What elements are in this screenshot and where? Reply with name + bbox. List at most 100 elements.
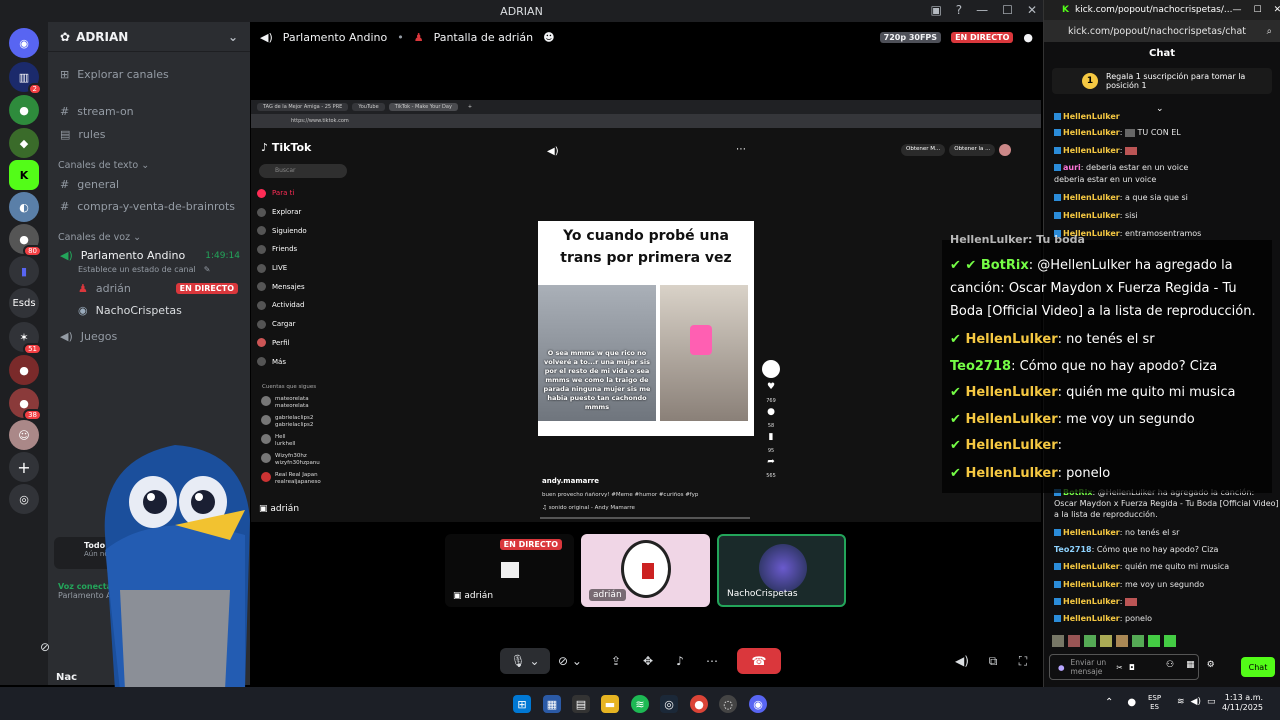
category-text[interactable]: Canales de texto ⌄ — [58, 160, 149, 171]
get-app-button[interactable]: Obtener la ... — [949, 144, 996, 156]
gift-icon[interactable]: ▦ — [1186, 660, 1195, 670]
emote-icon[interactable] — [1116, 635, 1128, 647]
photos-icon[interactable]: ▦ — [543, 695, 561, 713]
minimize-icon[interactable]: — — [1233, 5, 1242, 15]
maximize-icon[interactable]: ☐ — [1002, 3, 1013, 17]
following-item[interactable]: gabrielaclips2 gabrielaclips2 — [261, 415, 361, 434]
screenshare-button[interactable]: ⇪ — [604, 648, 628, 674]
minimize-icon[interactable]: — — [976, 3, 988, 17]
tiktok-nav-item[interactable]: Para ti — [257, 184, 357, 203]
server-esds[interactable]: Esds — [9, 288, 39, 318]
chat-user[interactable]: HellenLulker — [1063, 580, 1120, 589]
server-icon[interactable]: ▥ 2 — [9, 62, 42, 95]
tiktok-nav-item[interactable]: Friends — [257, 240, 357, 259]
tiktok-nav-item[interactable]: Cargar — [257, 315, 357, 334]
mic-button[interactable]: 🎙 ⌄ — [500, 648, 550, 674]
chat-user[interactable]: HellenLulker — [1063, 112, 1120, 121]
file-explorer-icon[interactable]: ▬ — [601, 695, 619, 713]
stop-icon[interactable]: ◘ — [1129, 663, 1135, 672]
browser-tab[interactable]: TAG de la Mejor Amiga - 25 PRE — [257, 103, 349, 111]
share-icon[interactable]: ➦ — [761, 458, 781, 473]
status-icons[interactable]: ≋ ◀) ▭ — [1177, 697, 1216, 707]
disconnect-button[interactable]: ☎ — [737, 648, 781, 674]
search-icon[interactable]: ⌕ — [1267, 26, 1272, 37]
soundboard-button[interactable]: ♪ — [668, 648, 692, 674]
close-icon[interactable]: ✕ — [1027, 3, 1037, 17]
following-item[interactable]: Wizyfn30hz wizyfn30hzpanu — [261, 453, 361, 472]
activities-button[interactable]: ✥ — [636, 648, 660, 674]
emote-icon[interactable] — [1132, 635, 1144, 647]
server-icon[interactable]: ● 80 — [9, 224, 42, 257]
emote-icon[interactable] — [1148, 635, 1160, 647]
tiktok-nav-item[interactable]: Actividad — [257, 296, 357, 315]
channel-rules[interactable]: ▤ rules — [60, 128, 105, 141]
steam-icon[interactable]: ◎ — [660, 695, 678, 713]
maximize-icon[interactable]: ☐ — [1254, 5, 1262, 15]
video-sound[interactable]: ♫ sonido original - Andy Mamarre — [542, 505, 635, 511]
participant-tile[interactable]: adrián — [581, 534, 710, 607]
tiktok-nav-item[interactable]: LIVE — [257, 259, 357, 278]
server-icon[interactable]: ● — [9, 95, 39, 125]
browser-addressbar[interactable]: https://www.tiktok.com — [251, 114, 1041, 128]
volume-icon[interactable]: ◀) — [951, 648, 973, 674]
server-icon[interactable]: ● 38 — [9, 388, 42, 421]
discover-icon[interactable]: ◎ — [9, 484, 39, 514]
channel-status[interactable]: Establece un estado de canal ✎ — [78, 265, 210, 274]
creator-avatar[interactable] — [762, 360, 780, 378]
kick-addressbar[interactable]: kick.com/popout/nachocrispetas/chat ⌕ — [1044, 20, 1280, 42]
settings-icon[interactable]: ⚙ — [1207, 660, 1215, 670]
chat-user[interactable]: HellenLulker — [1063, 597, 1120, 606]
tiktok-nav-item[interactable]: Perfil — [257, 334, 357, 353]
users-icon[interactable]: ⚇ — [1166, 660, 1174, 670]
chat-user[interactable]: HellenLulker — [1063, 562, 1120, 571]
following-item[interactable]: Hell lurkhell — [261, 434, 361, 453]
emote-icon[interactable] — [1052, 635, 1064, 647]
tiktok-nav-item[interactable]: Explorar — [257, 203, 357, 222]
discord-taskbar-icon[interactable]: ◉ — [749, 695, 767, 713]
video-author[interactable]: andy.mamarre — [542, 477, 599, 485]
discord-home-icon[interactable]: ◉ — [9, 28, 39, 58]
popout-icon[interactable]: ⧉ — [982, 648, 1004, 674]
browser-tab[interactable]: YouTube — [352, 103, 385, 111]
channel-stream-on[interactable]: # stream-on — [60, 105, 134, 118]
chat-user[interactable]: HellenLulker — [1063, 528, 1120, 537]
voice-channel-parlamento[interactable]: ◀) Parlamento Andino 1:49:14 — [60, 249, 240, 262]
comment-icon[interactable]: ● — [761, 408, 781, 423]
emote-icon[interactable] — [1068, 635, 1080, 647]
add-server-icon[interactable]: + — [9, 452, 39, 482]
like-icon[interactable]: ♥ — [761, 383, 781, 398]
bookmark-icon[interactable]: ▮ — [761, 433, 781, 448]
chat-icon[interactable]: ● — [1023, 31, 1033, 44]
channel-compra-venta[interactable]: # compra-y-venta-de-brainrots — [60, 200, 235, 213]
new-tab-icon[interactable]: + — [462, 103, 478, 111]
voice-user-adrian[interactable]: ♟ adrián EN DIRECTO — [78, 282, 238, 295]
app-icon[interactable]: ◌ — [719, 695, 737, 713]
tiktok-logo[interactable]: ♪ TikTok — [261, 141, 311, 154]
chevron-up-icon[interactable]: ⌃ — [1105, 697, 1113, 708]
app-icon[interactable]: ▤ — [572, 695, 590, 713]
voice-channel-juegos[interactable]: ◀) Juegos — [60, 330, 117, 343]
more-button[interactable]: ⋯ — [700, 648, 724, 674]
close-icon[interactable]: ✕ — [1274, 5, 1280, 15]
fullscreen-icon[interactable]: ⛶ — [1012, 648, 1034, 674]
send-chat-button[interactable]: Chat — [1241, 657, 1275, 677]
emote-icon[interactable] — [1100, 635, 1112, 647]
server-icon[interactable]: ◆ — [9, 128, 39, 158]
following-item[interactable]: mateorelata mateorelata — [261, 396, 361, 415]
video-progress[interactable] — [540, 517, 750, 519]
avatar[interactable] — [999, 144, 1012, 156]
tiktok-nav-item[interactable]: Más — [257, 352, 357, 371]
category-voice[interactable]: Canales de voz ⌄ — [58, 232, 141, 243]
emote-picker-icon[interactable]: ✂ — [1117, 663, 1123, 672]
channel-general[interactable]: # general — [60, 178, 119, 191]
start-icon[interactable]: ⊞ — [513, 695, 531, 713]
chrome-icon[interactable]: ● — [690, 695, 708, 713]
browser-tab[interactable]: TikTok - Make Your Day — [388, 103, 458, 111]
emote-icon[interactable] — [1084, 635, 1096, 647]
pinned-gift-banner[interactable]: 1 Regala 1 suscripción para tomar la pos… — [1052, 68, 1272, 94]
mic-icon[interactable]: ● — [1127, 697, 1136, 708]
server-icon[interactable]: ▮ — [9, 256, 39, 286]
get-app-button[interactable]: Obtener M... — [901, 144, 946, 156]
camera-off-icon[interactable]: ⊘ — [40, 640, 56, 656]
tiktok-nav-item[interactable]: Siguiendo — [257, 221, 357, 240]
